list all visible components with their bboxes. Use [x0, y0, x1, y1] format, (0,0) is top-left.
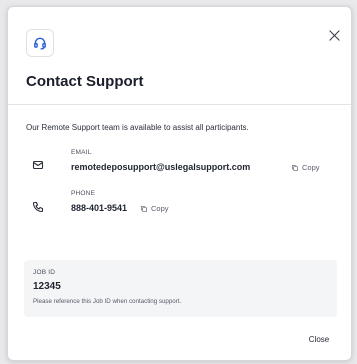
copy-icon [141, 205, 147, 212]
job-id-value: 12345 [33, 281, 61, 292]
copy-label: Copy [151, 204, 169, 213]
phone-value: 888-401-9541 [71, 203, 128, 213]
mail-icon [32, 158, 46, 172]
job-id-note: Please reference this Job ID when contac… [33, 298, 182, 305]
job-id-panel: JOB ID 12345 Please reference this Job I… [24, 260, 337, 317]
email-value: remotedeposupport@uslegalsupport.com [71, 162, 251, 172]
phone-icon [32, 200, 46, 214]
divider [8, 104, 351, 105]
copy-phone-button[interactable]: Copy [140, 204, 169, 213]
intro-text: Our Remote Support team is available to … [26, 123, 249, 132]
copy-label: Copy [302, 163, 320, 172]
copy-icon [292, 164, 298, 171]
phone-label: PHONE [71, 190, 96, 197]
email-label: EMAIL [71, 149, 92, 156]
headset-icon [26, 29, 54, 57]
copy-email-button[interactable]: Copy [291, 163, 320, 172]
contact-support-dialog: Contact Support Our Remote Support team … [7, 6, 352, 361]
job-id-label: JOB ID [33, 269, 56, 276]
close-icon[interactable] [326, 27, 342, 43]
dialog-title: Contact Support [26, 73, 144, 90]
close-button[interactable]: Close [299, 329, 339, 349]
